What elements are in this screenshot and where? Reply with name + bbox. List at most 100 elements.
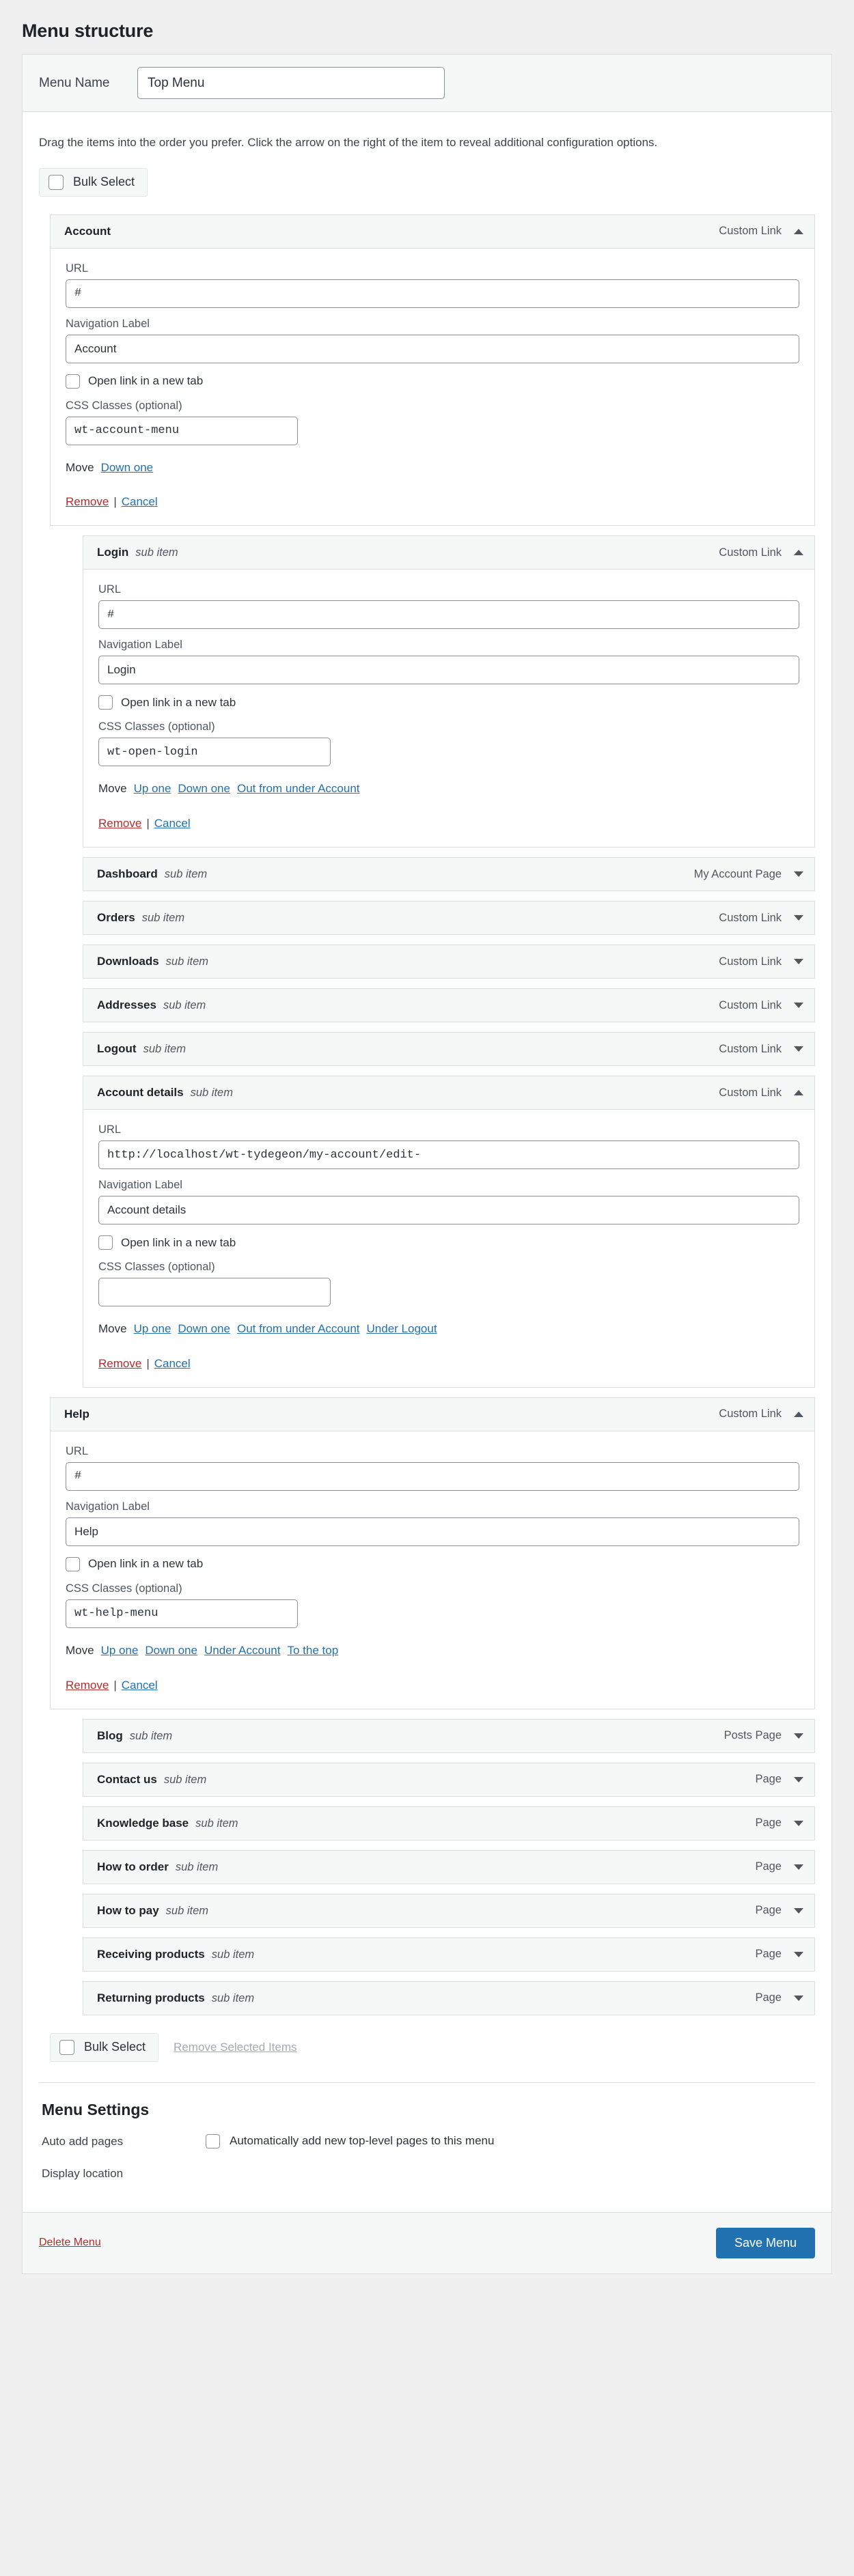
delete-menu-link[interactable]: Delete Menu	[39, 2237, 101, 2249]
chevron-down-icon[interactable]	[794, 871, 803, 877]
move-link[interactable]: Down one	[145, 1644, 197, 1657]
menu-item-meta: Custom Link	[719, 1043, 803, 1056]
cancel-item-link[interactable]: Cancel	[154, 1357, 191, 1370]
menu-item-header[interactable]: Help Custom Link	[50, 1397, 815, 1431]
menu-editor-page: Menu structure Menu Name Drag the items …	[0, 0, 854, 2293]
bulk-select-toggle-bottom[interactable]: Bulk Select	[50, 2032, 159, 2062]
menu-item-header[interactable]: Addresses sub item Custom Link	[83, 988, 815, 1022]
chevron-up-icon[interactable]	[794, 228, 803, 234]
menu-item-name: Login	[97, 546, 129, 559]
menu-item-meta: Page	[755, 1904, 803, 1917]
menu-item-type: My Account Page	[693, 867, 782, 880]
remove-selected-items-link[interactable]: Remove Selected Items	[174, 2041, 297, 2054]
move-link[interactable]: Down one	[178, 782, 230, 795]
menu-item-header[interactable]: Orders sub item Custom Link	[83, 901, 815, 935]
menu-item: Receiving products sub item Page	[83, 1937, 815, 1972]
css-classes-input[interactable]	[98, 738, 331, 767]
chevron-down-icon[interactable]	[794, 1046, 803, 1052]
move-link[interactable]: Under Logout	[367, 1322, 437, 1335]
remove-item-link[interactable]: Remove	[66, 1679, 109, 1692]
cancel-item-link[interactable]: Cancel	[122, 1679, 158, 1692]
chevron-up-icon[interactable]	[794, 550, 803, 556]
auto-add-pages-checkbox[interactable]	[206, 2133, 220, 2148]
menu-name-input[interactable]	[137, 67, 445, 99]
url-input[interactable]	[98, 1140, 799, 1169]
bulk-select-row-top: Bulk Select	[39, 167, 815, 197]
chevron-down-icon[interactable]	[794, 1820, 803, 1826]
menu-items-list: Account Custom Link URL Navigation Label Ope…	[39, 214, 815, 2015]
css-classes-input[interactable]	[66, 416, 298, 445]
remove-item-link[interactable]: Remove	[98, 817, 141, 830]
menu-item-header[interactable]: Dashboard sub item My Account Page	[83, 857, 815, 891]
menu-item-sub-item-tag: sub item	[129, 1729, 173, 1742]
url-input[interactable]	[98, 600, 799, 630]
url-input[interactable]	[66, 1461, 799, 1491]
menu-item-type: Page	[755, 1991, 782, 2004]
navigation-label-input[interactable]	[66, 1517, 799, 1546]
menu-item-header[interactable]: Receiving products sub item Page	[83, 1937, 815, 1972]
chevron-down-icon[interactable]	[794, 1864, 803, 1870]
chevron-up-icon[interactable]	[794, 1411, 803, 1417]
menu-item-name: Help	[64, 1407, 89, 1420]
move-link[interactable]: Out from under Account	[237, 782, 360, 795]
auto-add-pages-row: Auto add pages Automatically add new top…	[42, 2133, 815, 2148]
menu-item-sub-item-tag: sub item	[211, 1991, 255, 2004]
navigation-label-input[interactable]	[66, 334, 799, 363]
open-new-tab-checkbox[interactable]	[98, 1235, 113, 1250]
chevron-up-icon[interactable]	[794, 1090, 803, 1095]
menu-item-header[interactable]: Login sub item Custom Link	[83, 535, 815, 570]
menu-item-title: Returning products sub item	[97, 1991, 254, 2005]
css-classes-input[interactable]	[66, 1599, 298, 1628]
chevron-down-icon[interactable]	[794, 1776, 803, 1782]
css-classes-input[interactable]	[98, 1278, 331, 1306]
menu-editor-footer: Delete Menu Save Menu	[23, 2211, 831, 2273]
move-link[interactable]: Under Account	[204, 1644, 281, 1657]
chevron-down-icon[interactable]	[794, 1951, 803, 1957]
menu-item-header[interactable]: Logout sub item Custom Link	[83, 1032, 815, 1066]
navigation-label-label: Navigation Label	[66, 317, 150, 330]
chevron-down-icon[interactable]	[794, 1995, 803, 2001]
save-menu-button[interactable]: Save Menu	[715, 2227, 815, 2258]
menu-item-meta: Page	[755, 1817, 803, 1830]
url-input[interactable]	[66, 279, 799, 308]
menu-item-title: Account details sub item	[97, 1086, 233, 1100]
menu-item: Help Custom Link URL Navigation Label Open l…	[50, 1397, 815, 1709]
open-new-tab-checkbox[interactable]	[66, 1556, 80, 1571]
cancel-item-link[interactable]: Cancel	[154, 817, 191, 830]
move-link[interactable]: Up one	[134, 782, 171, 795]
menu-item-header[interactable]: Knowledge base sub item Page	[83, 1806, 815, 1840]
navigation-label-input[interactable]	[98, 656, 799, 685]
menu-item-header[interactable]: Blog sub item Posts Page	[83, 1718, 815, 1753]
bulk-select-checkbox-bottom[interactable]	[59, 2039, 74, 2055]
menu-item-header[interactable]: How to order sub item Page	[83, 1849, 815, 1884]
open-new-tab-label: Open link in a new tab	[88, 1557, 204, 1571]
move-link[interactable]: Out from under Account	[237, 1322, 360, 1335]
move-label: Move	[66, 460, 94, 474]
bulk-select-toggle-top[interactable]: Bulk Select	[39, 167, 148, 197]
chevron-down-icon[interactable]	[794, 959, 803, 964]
remove-item-link[interactable]: Remove	[98, 1357, 141, 1370]
open-new-tab-checkbox[interactable]	[66, 374, 80, 389]
move-link[interactable]: To the top	[287, 1644, 338, 1657]
bulk-select-checkbox-top[interactable]	[49, 174, 64, 190]
menu-item-header[interactable]: Account Custom Link	[50, 214, 815, 249]
chevron-down-icon[interactable]	[794, 1733, 803, 1739]
css-classes-field-group: CSS Classes (optional)	[66, 400, 799, 445]
move-link[interactable]: Down one	[178, 1322, 230, 1335]
menu-item-header[interactable]: How to pay sub item Page	[83, 1893, 815, 1928]
move-link[interactable]: Up one	[134, 1322, 171, 1335]
cancel-item-link[interactable]: Cancel	[122, 495, 158, 508]
navigation-label-input[interactable]	[98, 1196, 799, 1224]
remove-item-link[interactable]: Remove	[66, 495, 109, 508]
move-link[interactable]: Down one	[101, 461, 154, 474]
menu-item-header[interactable]: Account details sub item Custom Link	[83, 1076, 815, 1110]
menu-item-header[interactable]: Contact us sub item Page	[83, 1762, 815, 1797]
menu-item-header[interactable]: Downloads sub item Custom Link	[83, 944, 815, 979]
chevron-down-icon[interactable]	[794, 1003, 803, 1008]
open-new-tab-checkbox[interactable]	[98, 695, 113, 710]
menu-item-header[interactable]: Returning products sub item Page	[83, 1980, 815, 2015]
chevron-down-icon[interactable]	[794, 915, 803, 921]
bulk-select-row-bottom: Bulk Select Remove Selected Items	[50, 2032, 815, 2062]
move-link[interactable]: Up one	[101, 1644, 139, 1657]
chevron-down-icon[interactable]	[794, 1907, 803, 1914]
